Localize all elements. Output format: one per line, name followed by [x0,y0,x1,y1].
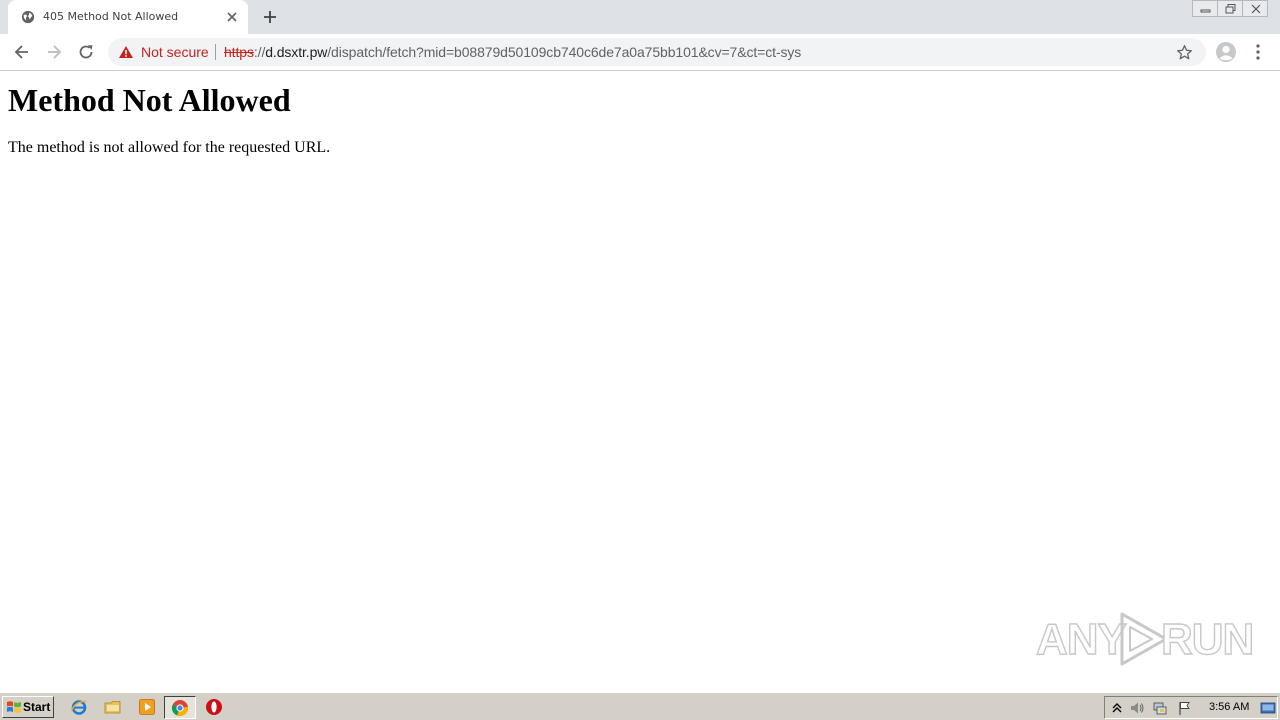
kebab-menu-icon[interactable] [1250,42,1266,62]
taskbar: Start 3:56 AM [0,692,1280,720]
minimize-icon [1200,9,1211,13]
profile-avatar-icon[interactable] [1215,41,1237,63]
url-text[interactable]: https://d.dsxtr.pw/dispatch/fetch?mid=b0… [224,44,801,60]
globe-icon [21,10,35,24]
volume-icon[interactable] [1129,700,1145,716]
network-icon[interactable] [1152,700,1168,716]
browser-toolbar: Not secure https://d.dsxtr.pw/dispatch/f… [0,34,1280,71]
anyrun-watermark: ANY RUN [1035,608,1255,672]
url-path: /dispatch/fetch?mid=b08879d50109cb740c6d… [327,44,802,60]
taskbar-clock[interactable]: 3:56 AM [1209,701,1249,713]
close-icon [1251,4,1261,14]
page-content: Method Not Allowed The method is not all… [0,72,1280,692]
url-scheme: https [224,44,254,60]
media-player-icon[interactable] [138,698,156,716]
security-status[interactable]: Not secure [141,44,209,60]
page-message: The method is not allowed for the reques… [8,139,331,156]
folder-icon[interactable] [104,698,122,716]
close-tab-icon[interactable] [224,9,240,25]
url-separator: :// [253,44,266,60]
new-tab-icon[interactable] [260,7,280,27]
chrome-icon [171,700,189,716]
bookmark-star-icon[interactable] [1176,44,1193,61]
address-bar[interactable]: Not secure https://d.dsxtr.pw/dispatch/f… [108,38,1206,66]
omnibox-divider [215,44,216,60]
tab-title: 405 Method Not Allowed [43,10,179,23]
system-tray: 3:56 AM [1104,696,1278,719]
url-host: d.dsxtr.pw [265,44,328,60]
tab-strip: 405 Method Not Allowed [0,0,1280,34]
internet-explorer-icon[interactable] [70,698,88,716]
window-controls [1192,0,1268,18]
action-center-flag-icon[interactable] [1177,700,1193,716]
forward-icon[interactable] [44,42,64,62]
windows-logo-icon [7,701,21,713]
start-button[interactable]: Start [2,696,54,718]
restore-icon [1225,4,1236,14]
back-icon[interactable] [12,42,32,62]
close-window-button[interactable] [1242,0,1268,17]
watermark-right-text: RUN [1160,614,1255,664]
warning-icon[interactable] [118,45,134,59]
reload-icon[interactable] [76,42,96,62]
restore-button[interactable] [1217,0,1243,17]
opera-icon[interactable] [205,698,223,716]
browser-tab[interactable]: 405 Method Not Allowed [8,0,248,34]
show-hidden-icon[interactable] [1109,700,1125,716]
page-heading: Method Not Allowed [8,82,291,118]
watermark-left-text: ANY [1035,614,1127,664]
minimize-button[interactable] [1192,0,1218,17]
show-desktop-icon[interactable] [1260,700,1276,716]
start-label: Start [23,700,51,714]
chrome-taskbar-button[interactable] [164,696,196,719]
